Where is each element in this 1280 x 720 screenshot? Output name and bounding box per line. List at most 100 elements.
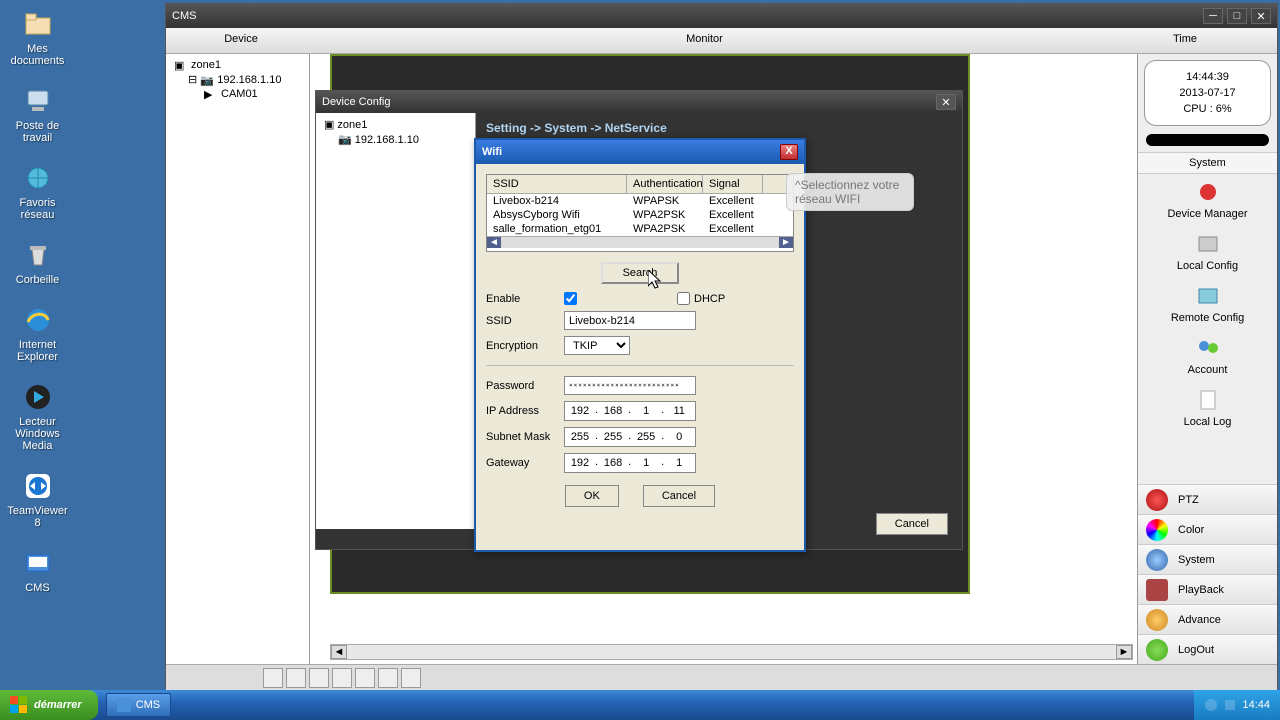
desktop-icon-wmp[interactable]: Lecteur Windows Media [0, 381, 75, 452]
bottom-toolbar [166, 664, 1277, 690]
tb-btn-5[interactable] [355, 668, 375, 688]
rp-local-log[interactable]: Local Log [1138, 382, 1277, 434]
ptz-icon [1146, 489, 1168, 511]
menu-monitor[interactable]: Monitor [316, 28, 1093, 53]
tooltip: ^Selectionnez votre réseau WIFI [786, 173, 914, 211]
logout-icon [1146, 639, 1168, 661]
desktop-icon-documents[interactable]: Mes documents [0, 8, 75, 67]
col-signal[interactable]: Signal [703, 175, 763, 193]
desktop-icon-cms[interactable]: CMS [0, 547, 75, 594]
rp-local-config[interactable]: Local Config [1138, 226, 1277, 278]
rb-playback[interactable]: PlayBack [1138, 574, 1277, 604]
maximize-button[interactable]: □ [1227, 8, 1247, 24]
search-button[interactable]: Search [601, 262, 680, 284]
right-panel: 14:44:39 2013-07-17 CPU : 6% System Devi… [1137, 54, 1277, 664]
grid-header: SSID Authentication Signal [487, 175, 793, 194]
rb-logout[interactable]: LogOut [1138, 634, 1277, 664]
tb-btn-4[interactable] [332, 668, 352, 688]
rb-advance[interactable]: Advance [1138, 604, 1277, 634]
desktop-icon-teamviewer[interactable]: TeamViewer 8 [0, 470, 75, 529]
menu-time[interactable]: Time [1093, 28, 1277, 53]
panel-header: System [1138, 152, 1277, 174]
taskbar-item-cms[interactable]: CMS [106, 693, 171, 717]
tree-cam[interactable]: ▶CAM01 [170, 87, 305, 101]
system-tray[interactable]: 14:44 [1194, 690, 1280, 720]
scroll-left-icon[interactable]: ◄ [331, 645, 347, 659]
scroll-right-icon[interactable]: ► [1116, 645, 1132, 659]
password-input[interactable] [564, 376, 696, 395]
desktop-icon-computer[interactable]: Poste de travail [0, 85, 75, 144]
rp-device-manager[interactable]: Device Manager [1138, 174, 1277, 226]
desktop-icon-trash[interactable]: Corbeille [0, 239, 75, 286]
device-tree: ▣zone1 ⊟📷192.168.1.10 ▶CAM01 [166, 54, 310, 664]
cancel-button[interactable]: Cancel [876, 513, 948, 535]
scroll-right-icon[interactable]: ► [779, 237, 793, 248]
minus-icon: ⊟ [188, 73, 197, 86]
ok-button[interactable]: OK [565, 485, 619, 507]
wifi-title: Wifi [482, 146, 780, 158]
rb-color[interactable]: Color [1138, 514, 1277, 544]
wifi-titlebar[interactable]: Wifi X [476, 140, 804, 164]
col-ssid[interactable]: SSID [487, 175, 627, 193]
rp-account[interactable]: Account [1138, 330, 1277, 382]
password-label: Password [486, 380, 564, 392]
tb-btn-7[interactable] [401, 668, 421, 688]
dhcp-checkbox[interactable] [677, 292, 690, 305]
horizontal-scrollbar[interactable]: ◄► [330, 644, 1133, 660]
col-auth[interactable]: Authentication [627, 175, 703, 193]
rp-remote-config[interactable]: Remote Config [1138, 278, 1277, 330]
color-icon [1146, 519, 1168, 541]
ip-label: IP Address [486, 405, 564, 417]
tb-btn-2[interactable] [286, 668, 306, 688]
close-button[interactable]: ✕ [1251, 8, 1271, 24]
grid-row[interactable]: AbsysCyborg WifiWPA2PSKExcellent [487, 208, 793, 222]
device-icon: 📷 [338, 133, 352, 146]
rb-label: PTZ [1178, 494, 1199, 506]
rb-label: LogOut [1178, 644, 1214, 656]
tree-label: zone1 [337, 119, 367, 131]
account-icon [1193, 336, 1223, 362]
dc-tree-ip[interactable]: 📷 192.168.1.10 [320, 132, 471, 147]
menu-device[interactable]: Device [166, 28, 316, 53]
grid-scrollbar[interactable]: ◄► [487, 236, 793, 248]
close-button[interactable]: ✕ [936, 94, 956, 110]
status-date: 2013-07-17 [1179, 85, 1235, 101]
rb-label: System [1178, 554, 1215, 566]
ip-input[interactable]: . . . [564, 401, 696, 421]
tree-zone[interactable]: ▣zone1 [170, 58, 305, 72]
device-config-tree: ▣ zone1 📷 192.168.1.10 [316, 113, 476, 529]
windows-logo-icon [10, 696, 28, 714]
desktop-icon-ie[interactable]: Internet Explorer [0, 304, 75, 363]
grid-row[interactable]: salle_formation_etg01WPA2PSKExcellent [487, 222, 793, 236]
dc-tree-zone[interactable]: ▣ zone1 [320, 117, 471, 132]
dhcp-label: DHCP [694, 293, 725, 305]
tb-btn-6[interactable] [378, 668, 398, 688]
ssid-grid[interactable]: SSID Authentication Signal Livebox-b214W… [486, 174, 794, 252]
start-label: démarrer [34, 699, 82, 711]
rb-ptz[interactable]: PTZ [1138, 484, 1277, 514]
rp-label: Remote Config [1171, 312, 1244, 324]
cancel-button[interactable]: Cancel [643, 485, 715, 507]
cms-icon [22, 547, 54, 579]
tb-btn-3[interactable] [309, 668, 329, 688]
start-button[interactable]: démarrer [0, 690, 98, 720]
tree-ip[interactable]: ⊟📷192.168.1.10 [170, 72, 305, 87]
gateway-input[interactable]: . . . [564, 453, 696, 473]
device-config-titlebar[interactable]: Device Config ✕ [316, 91, 962, 113]
grid-row[interactable]: Livebox-b214WPAPSKExcellent [487, 194, 793, 208]
close-button[interactable]: X [780, 144, 798, 160]
scroll-left-icon[interactable]: ◄ [487, 237, 501, 248]
desktop-icon-label: Mes documents [0, 43, 75, 67]
desktop-icons-column: Mes documents Poste de travail Favoris r… [0, 0, 75, 612]
ssid-input[interactable] [564, 311, 696, 330]
subnet-input[interactable]: . . . [564, 427, 696, 447]
log-icon [1193, 388, 1223, 414]
rb-system[interactable]: System [1138, 544, 1277, 574]
minimize-button[interactable]: ─ [1203, 8, 1223, 24]
desktop-icon-label: TeamViewer 8 [0, 505, 75, 529]
encryption-select[interactable]: TKIP [564, 336, 630, 355]
enable-checkbox[interactable] [564, 292, 577, 305]
cms-titlebar[interactable]: CMS ─ □ ✕ [166, 4, 1277, 28]
desktop-icon-network[interactable]: Favoris réseau [0, 162, 75, 221]
tb-btn-1[interactable] [263, 668, 283, 688]
